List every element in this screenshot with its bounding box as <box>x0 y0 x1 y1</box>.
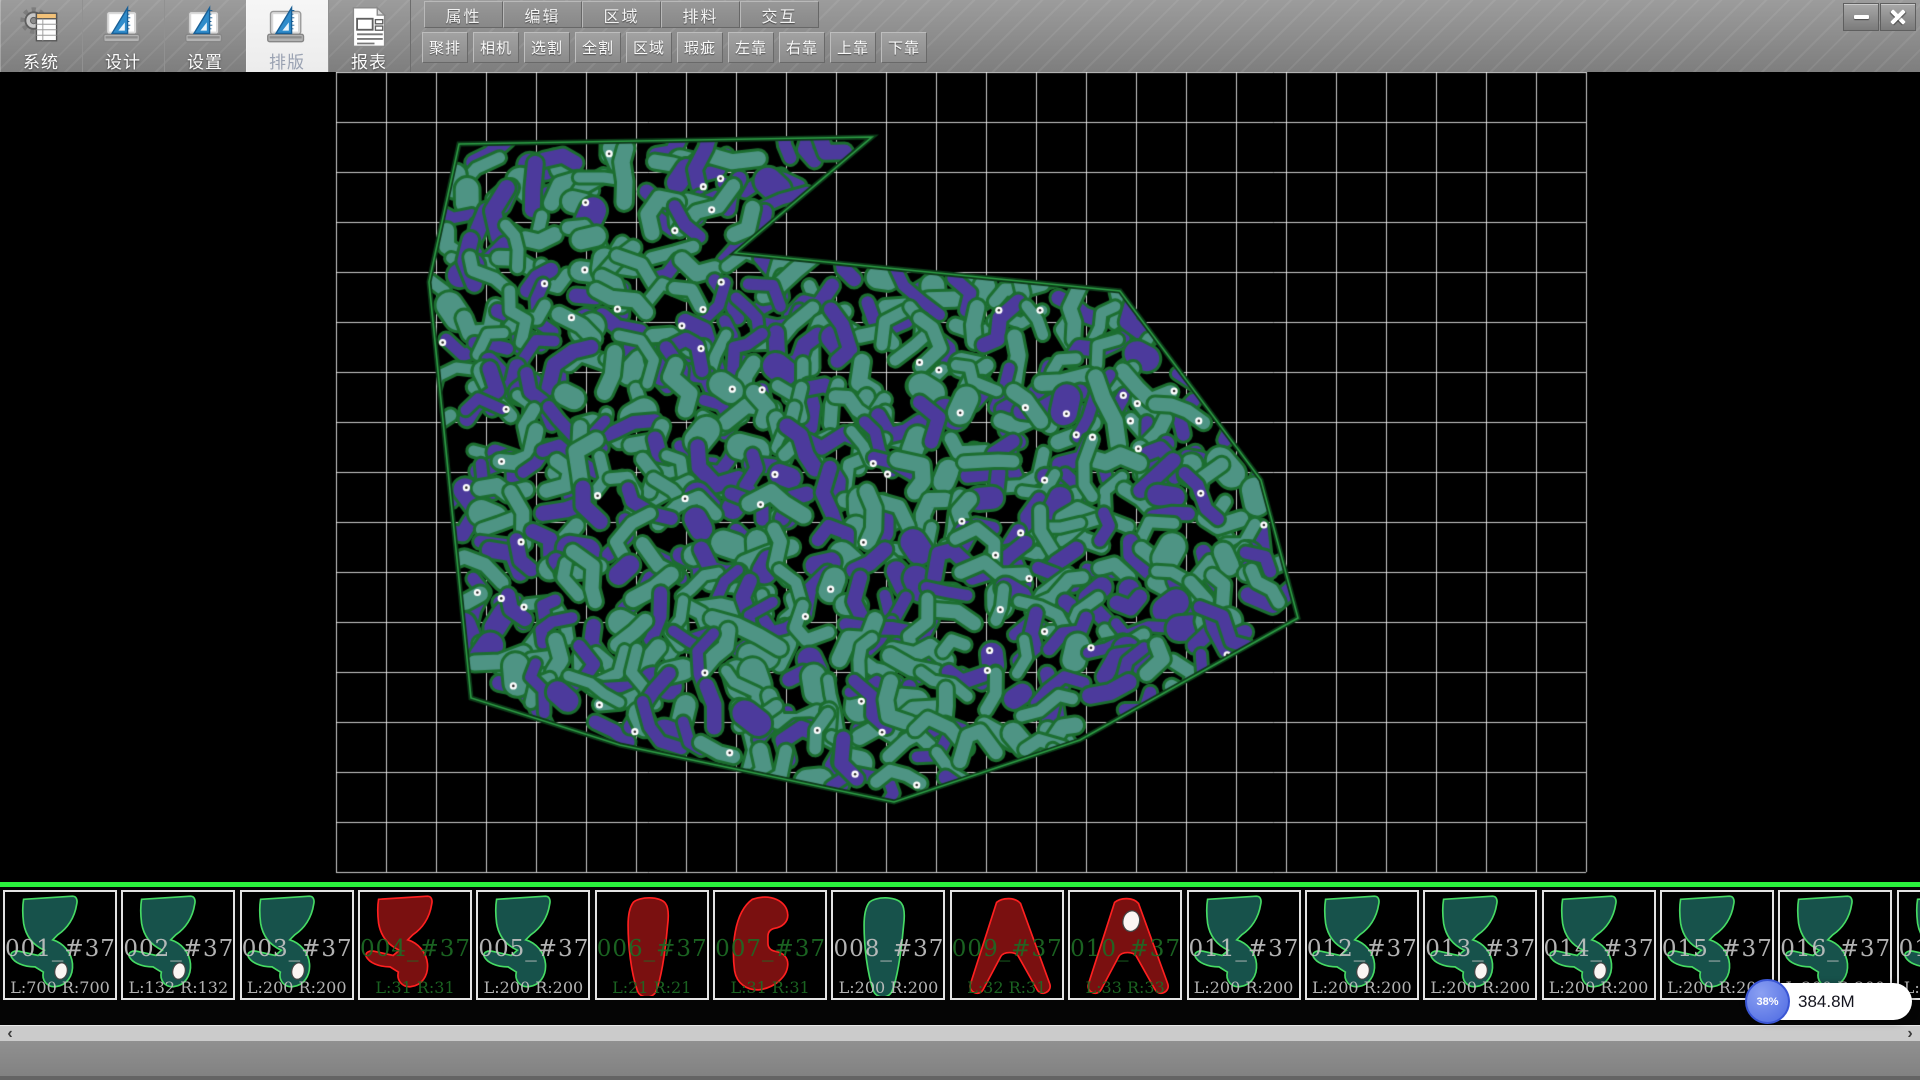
part-lr-count-label: L:31 R:31 <box>360 978 470 997</box>
tool-button-align-right[interactable]: 右靠 <box>779 32 825 63</box>
horizontal-scrollbar[interactable]: ‹ › <box>0 1025 1920 1041</box>
title-toolbar: 系统设计设置排版报表 属性编辑区域排料交互 聚排相机选割全割区域瑕疵左靠右靠上靠… <box>0 0 1920 72</box>
part-thumbnail-004_#37[interactable]: 004_#37 L:31 R:31 <box>358 890 472 1000</box>
nesting-canvas[interactable] <box>0 72 1920 882</box>
menu-tab-properties[interactable]: 属性 <box>424 1 503 28</box>
chevron-left-icon: ‹ <box>7 1026 12 1042</box>
part-id-label: 004_#37 <box>360 936 470 962</box>
settings-ruler-icon <box>183 5 227 47</box>
scroll-left-button[interactable]: ‹ <box>0 1026 20 1042</box>
memory-status-badge: 38% 384.8M <box>1748 983 1912 1020</box>
chevron-right-icon: › <box>1907 1026 1912 1042</box>
part-id-label: 011_#37 <box>1189 936 1299 962</box>
report-doc-icon <box>347 5 391 47</box>
part-thumbnail-003_#37[interactable]: 003_#37 L:200 R:200 <box>240 890 354 1000</box>
mode-button-design[interactable]: 设计 <box>82 0 165 72</box>
part-lr-count-label: L:200 R:200 <box>833 978 943 997</box>
part-thumbnail-014_#37[interactable]: 014_#37 L:200 R:200 <box>1542 890 1656 1000</box>
part-lr-count-label: L:200 R:200 <box>1544 978 1654 997</box>
progress-circle: 38% <box>1745 979 1790 1024</box>
part-id-label: 012_#37 <box>1307 936 1417 962</box>
part-lr-count-label: L:31 R:31 <box>715 978 825 997</box>
memory-value: 384.8M <box>1798 992 1855 1012</box>
mode-button-nesting[interactable]: 排版 <box>246 0 329 72</box>
part-lr-count-label: L:700 R:700 <box>5 978 115 997</box>
status-footer <box>0 1041 1920 1080</box>
part-id-label: 005_#37 <box>478 936 588 962</box>
mode-button-label: 报表 <box>328 48 410 73</box>
menu-tab-interact[interactable]: 交互 <box>740 1 819 28</box>
tool-button-cluster-nest[interactable]: 聚排 <box>422 32 468 63</box>
close-button[interactable] <box>1880 3 1916 31</box>
part-id-label: 017_#37 <box>1899 936 1920 962</box>
part-lr-count-label: L:200 R:200 <box>1425 978 1535 997</box>
tool-button-cut-all[interactable]: 全割 <box>575 32 621 63</box>
mode-button-label: 设置 <box>164 48 246 73</box>
nesting-app-window: { "window": { "minimize_icon": "minimize… <box>0 0 1920 1080</box>
part-thumbnail-011_#37[interactable]: 011_#37 L:200 R:200 <box>1187 890 1301 1000</box>
part-id-label: 009_#37 <box>952 936 1062 962</box>
part-thumbnail-006_#37[interactable]: 006_#37 L:21 R:21 <box>595 890 709 1000</box>
tool-button-align-left[interactable]: 左靠 <box>728 32 774 63</box>
close-icon <box>1890 9 1906 25</box>
part-id-label: 002_#37 <box>123 936 233 962</box>
part-lr-count-label: L:32 R:31 <box>952 978 1062 997</box>
part-id-label: 003_#37 <box>242 936 352 962</box>
part-thumbnail-001_#37[interactable]: 001_#37 L:700 R:700 <box>3 890 117 1000</box>
part-id-label: 006_#37 <box>597 936 707 962</box>
part-thumbnail-002_#37[interactable]: 002_#37 L:132 R:132 <box>121 890 235 1000</box>
part-thumbnail-007_#37[interactable]: 007_#37 L:31 R:31 <box>713 890 827 1000</box>
part-thumbnail-strip: 001_#37 L:700 R:700 002_#37 L:132 R:132 003_… <box>0 887 1920 1025</box>
design-ruler-icon <box>101 5 145 47</box>
part-id-label: 010_#37 <box>1070 936 1180 962</box>
mode-button-system[interactable]: 系统 <box>0 0 83 72</box>
part-id-label: 013_#37 <box>1425 936 1535 962</box>
part-lr-count-label: L:200 R:200 <box>242 978 352 997</box>
part-lr-count-label: L:21 R:21 <box>597 978 707 997</box>
menu-tab-region[interactable]: 区域 <box>582 1 661 28</box>
mode-button-label: 排版 <box>246 48 328 73</box>
menu-tab-nest[interactable]: 排料 <box>661 1 740 28</box>
tool-button-region[interactable]: 区域 <box>626 32 672 63</box>
part-thumbnail-008_#37[interactable]: 008_#37 L:200 R:200 <box>831 890 945 1000</box>
part-thumbnail-009_#37[interactable]: 009_#37 L:32 R:31 <box>950 890 1064 1000</box>
tool-button-align-top[interactable]: 上靠 <box>830 32 876 63</box>
system-gear-icon <box>19 5 63 47</box>
scroll-right-button[interactable]: › <box>1900 1026 1920 1042</box>
part-id-label: 007_#37 <box>715 936 825 962</box>
tool-button-align-bottom[interactable]: 下靠 <box>881 32 927 63</box>
mode-button-label: 系统 <box>0 48 82 73</box>
part-id-label: 016_#37 <box>1780 936 1890 962</box>
part-thumbnail-013_#37[interactable]: 013_#37 L:200 R:200 <box>1423 890 1537 1000</box>
menu-tab-edit[interactable]: 编辑 <box>503 1 582 28</box>
part-id-label: 015_#37 <box>1662 936 1772 962</box>
progress-percent: 38% <box>1756 996 1778 1008</box>
mode-button-settings[interactable]: 设置 <box>164 0 247 72</box>
minimize-button[interactable] <box>1843 3 1879 31</box>
part-id-label: 008_#37 <box>833 936 943 962</box>
mode-button-label: 设计 <box>82 48 164 73</box>
part-lr-count-label: L:200 R:200 <box>1307 978 1417 997</box>
part-thumbnail-012_#37[interactable]: 012_#37 L:200 R:200 <box>1305 890 1419 1000</box>
part-thumbnail-010_#37[interactable]: 010_#37 L:33 R:33 <box>1068 890 1182 1000</box>
part-lr-count-label: L:33 R:33 <box>1070 978 1180 997</box>
tool-button-cut-selected[interactable]: 选割 <box>524 32 570 63</box>
part-thumbnail-005_#37[interactable]: 005_#37 L:200 R:200 <box>476 890 590 1000</box>
part-lr-count-label: L:132 R:132 <box>123 978 233 997</box>
part-lr-count-label: L:200 R:200 <box>478 978 588 997</box>
tool-button-camera[interactable]: 相机 <box>473 32 519 63</box>
nesting-ruler-icon <box>265 5 309 47</box>
part-id-label: 001_#37 <box>5 936 115 962</box>
part-lr-count-label: L:200 R:200 <box>1189 978 1299 997</box>
minimize-icon <box>1854 15 1869 19</box>
tool-button-defect[interactable]: 瑕疵 <box>677 32 723 63</box>
part-id-label: 014_#37 <box>1544 936 1654 962</box>
mode-button-report[interactable]: 报表 <box>328 0 411 72</box>
